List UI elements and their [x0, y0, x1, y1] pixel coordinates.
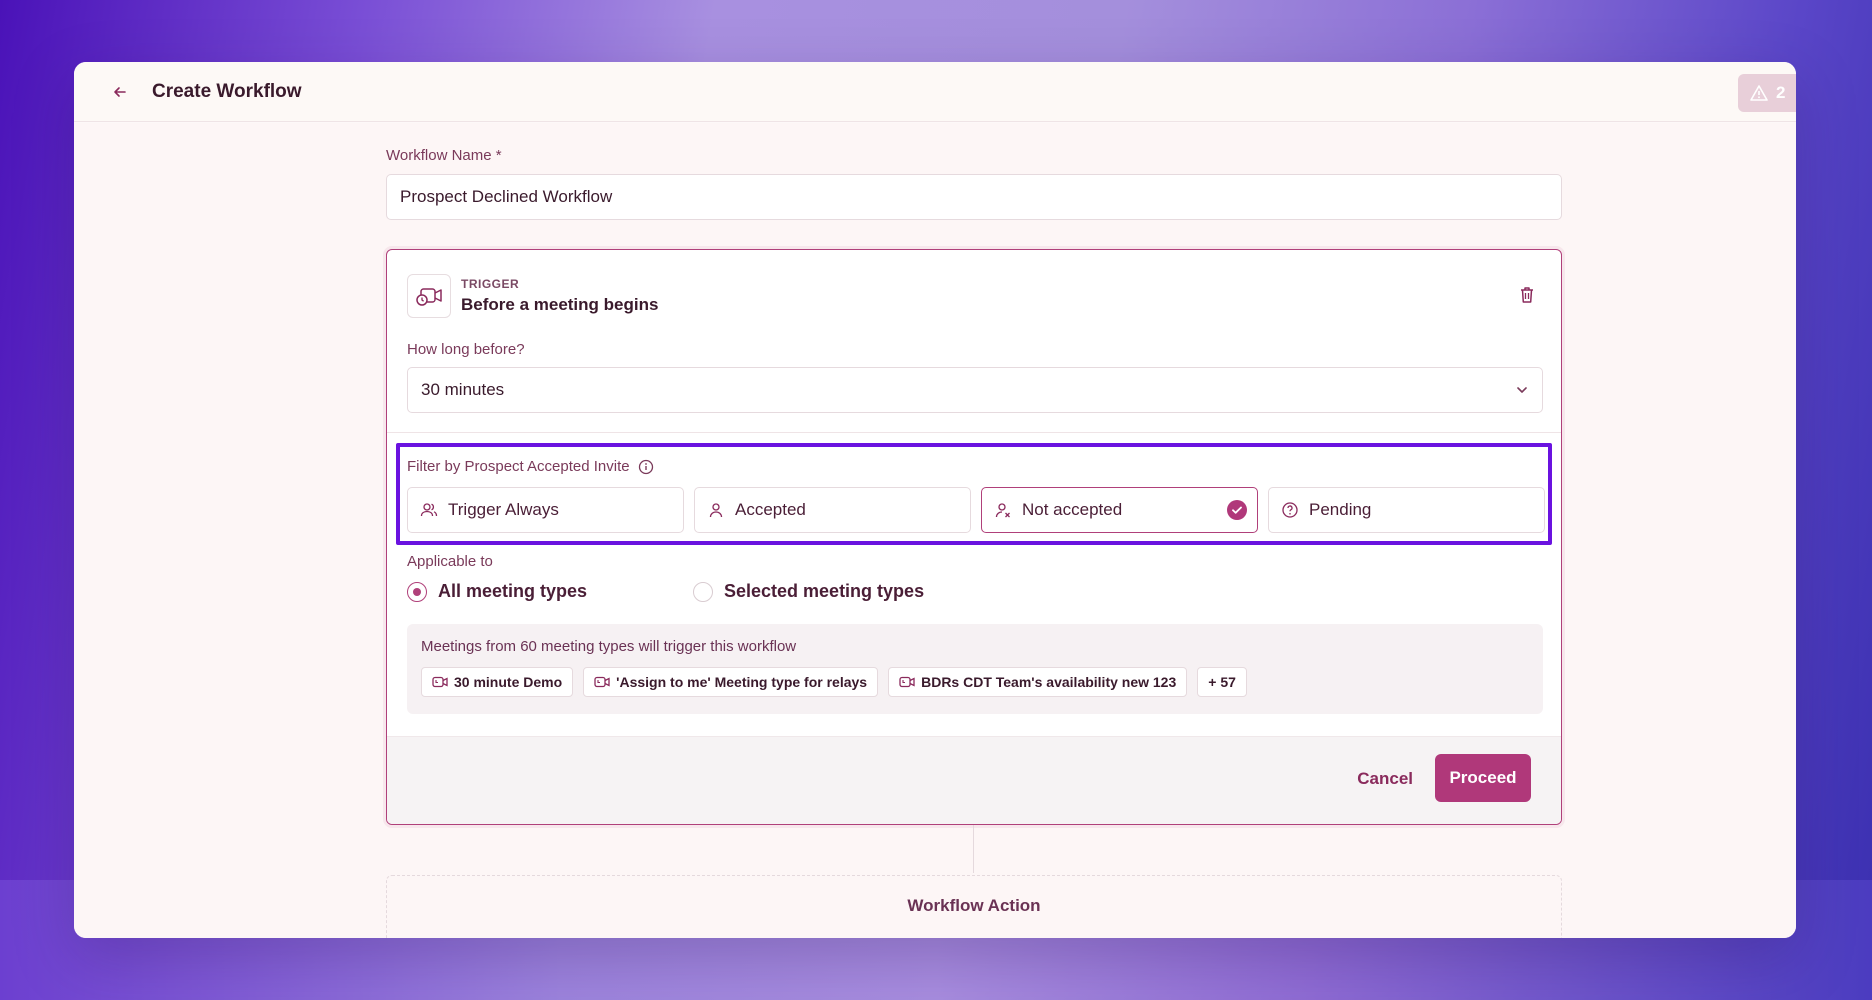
user-icon — [709, 503, 723, 518]
radio-label: Selected meeting types — [724, 581, 925, 601]
trigger-card: TRIGGER Before a meeting begins How long… — [386, 249, 1562, 825]
how-long-value: 30 minutes — [421, 380, 505, 399]
trigger-header: TRIGGER Before a meeting begins — [407, 274, 658, 318]
card-footer: Cancel Proceed — [387, 736, 1561, 824]
trigger-title: Before a meeting begins — [461, 295, 659, 314]
app-window: Create Workflow 2 Workflow Name * Prospe… — [74, 62, 1796, 938]
applicable-label: Applicable to — [407, 553, 493, 570]
meeting-type-chip: BDRs CDT Team's availability new 123 — [888, 667, 1188, 697]
meeting-summary-text: Meetings from 60 meeting types will trig… — [421, 638, 797, 655]
meeting-chip-label: 30 minute Demo — [454, 674, 563, 690]
filter-option-accepted[interactable]: Accepted — [694, 487, 971, 533]
radio-dot — [693, 581, 713, 602]
warning-icon — [1750, 85, 1768, 101]
meeting-chip-label: 'Assign to me' Meeting type for relays — [616, 674, 868, 690]
meeting-type-chip: 'Assign to me' Meeting type for relays — [583, 667, 879, 697]
radio-label: All meeting types — [438, 581, 588, 601]
filter-option-label: Pending — [1309, 500, 1372, 519]
question-circle-icon — [1282, 502, 1298, 518]
video-icon — [432, 676, 448, 688]
workflow-name-label: Workflow Name * — [386, 147, 502, 164]
how-long-label: How long before? — [407, 341, 525, 358]
video-icon — [594, 676, 610, 688]
filter-label: Filter by Prospect Accepted Invite — [407, 458, 654, 475]
proceed-button[interactable]: Proceed — [1435, 754, 1531, 802]
workflow-name-input[interactable]: Prospect Declined Workflow — [386, 174, 1562, 220]
info-icon[interactable] — [638, 459, 654, 475]
main-content: Workflow Name * Prospect Declined Workfl… — [74, 123, 1796, 938]
radio-all-meeting-types[interactable]: All meeting types — [407, 581, 693, 602]
page-title: Create Workflow — [152, 80, 302, 102]
flow-connector — [973, 825, 974, 873]
trash-icon[interactable] — [1519, 286, 1535, 309]
radio-selected-meeting-types[interactable]: Selected meeting types — [693, 581, 979, 602]
meeting-chips: 30 minute Demo 'Assign to me' Meeting ty… — [421, 667, 1247, 697]
alert-badge[interactable]: 2 — [1738, 74, 1796, 112]
back-arrow-icon[interactable] — [108, 80, 132, 104]
meeting-type-chip: 30 minute Demo — [421, 667, 574, 697]
video-camera-icon — [407, 274, 451, 318]
filter-options: Trigger Always Accepted Not accepted Pen… — [407, 487, 1545, 533]
applicable-radio-group: All meeting types Selected meeting types — [407, 581, 979, 602]
filter-option-trigger-always[interactable]: Trigger Always — [407, 487, 684, 533]
filter-label-text: Filter by Prospect Accepted Invite — [407, 458, 630, 475]
filter-option-pending[interactable]: Pending — [1268, 487, 1545, 533]
filter-option-not-accepted[interactable]: Not accepted — [981, 487, 1258, 533]
filter-option-label: Trigger Always — [448, 500, 559, 519]
how-long-select[interactable]: 30 minutes — [407, 367, 1543, 413]
user-x-icon — [995, 503, 1010, 518]
filter-option-label: Accepted — [735, 500, 806, 519]
chevron-down-icon — [1517, 387, 1527, 393]
meeting-types-summary: Meetings from 60 meeting types will trig… — [407, 624, 1543, 714]
radio-dot — [407, 581, 427, 602]
filter-option-label: Not accepted — [1022, 500, 1123, 519]
section-divider — [387, 432, 1561, 433]
video-icon — [899, 676, 915, 688]
workflow-action-box[interactable]: Workflow Action — [386, 875, 1562, 938]
workflow-action-title: Workflow Action — [907, 896, 1041, 915]
alert-count: 2 — [1776, 83, 1786, 102]
trigger-kicker: TRIGGER — [461, 277, 520, 291]
users-icon — [420, 503, 438, 517]
top-bar: Create Workflow 2 — [74, 62, 1796, 122]
cancel-button[interactable]: Cancel — [1357, 769, 1413, 789]
more-meeting-types-chip[interactable]: + 57 — [1197, 667, 1247, 697]
check-circle-icon — [1227, 500, 1247, 520]
meeting-chip-label: BDRs CDT Team's availability new 123 — [921, 674, 1177, 690]
